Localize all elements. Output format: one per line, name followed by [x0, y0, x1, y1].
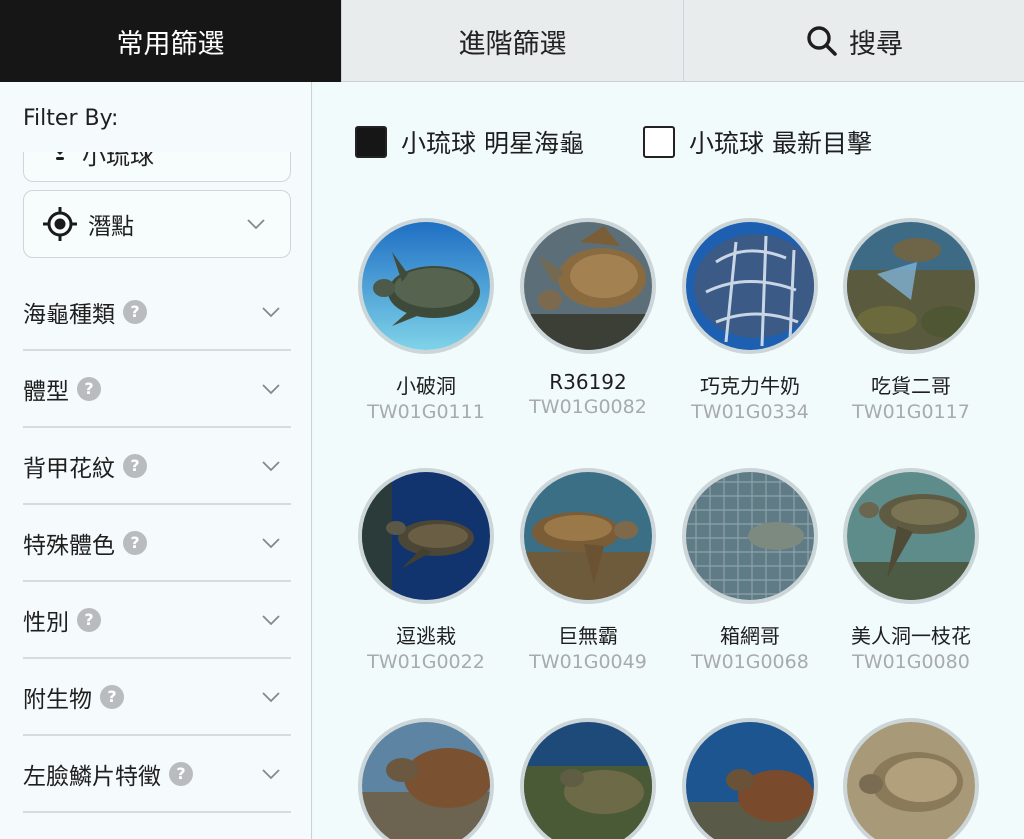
- tab-search-label: 搜尋: [849, 28, 903, 60]
- turtle-name: 逗逃栽: [396, 624, 456, 648]
- filter-shell-pattern[interactable]: 背甲花紋 ?: [23, 428, 291, 505]
- help-icon[interactable]: ?: [123, 453, 147, 478]
- filter-label: 海龜種類: [23, 301, 115, 328]
- turtle-id: TW01G0111: [367, 401, 485, 423]
- tab-advanced-filter-label: 進階篩選: [458, 28, 567, 60]
- filter-title: Filter By:: [23, 106, 119, 131]
- chevron-down-icon: [261, 537, 281, 549]
- turtle-id: TW01G0082: [529, 396, 647, 418]
- filter-body-size[interactable]: 體型 ?: [23, 351, 291, 428]
- chevron-down-icon: [246, 218, 266, 230]
- filter-sex[interactable]: 性別 ?: [23, 582, 291, 659]
- turtle-photo: [682, 218, 818, 354]
- turtle-card[interactable]: 巨無霸 TW01G0049: [518, 468, 658, 673]
- help-icon[interactable]: ?: [169, 761, 193, 786]
- turtle-photo: [843, 218, 979, 354]
- turtle-card[interactable]: [841, 718, 981, 839]
- latest-sightings-checkbox[interactable]: 小琉球 最新目擊: [643, 124, 872, 160]
- star-turtles-checkbox[interactable]: 小琉球 明星海龜: [355, 124, 584, 160]
- turtle-photo: [843, 718, 979, 839]
- checkbox-label: 小琉球 最新目擊: [689, 129, 872, 158]
- filter-label: 特殊體色: [23, 532, 115, 559]
- turtle-card[interactable]: R36192 TW01G0082: [518, 218, 658, 418]
- turtle-id: TW01G0334: [691, 401, 809, 423]
- turtle-card[interactable]: 逗逃栽 TW01G0022: [356, 468, 496, 673]
- turtle-photo: [520, 468, 656, 604]
- filter-label: 體型: [23, 378, 69, 405]
- filter-label: 性別: [23, 609, 69, 636]
- chevron-down-icon: [261, 306, 281, 318]
- chevron-down-icon: [261, 614, 281, 626]
- turtle-card[interactable]: 箱網哥 TW01G0068: [680, 468, 820, 673]
- chevron-down-icon: [261, 383, 281, 395]
- turtle-id: TW01G0117: [852, 401, 970, 423]
- turtle-card[interactable]: [680, 718, 820, 839]
- search-icon: [805, 24, 839, 58]
- turtle-id: TW01G0049: [529, 651, 647, 673]
- turtle-photo: [520, 218, 656, 354]
- turtle-card[interactable]: [356, 718, 496, 839]
- turtle-gallery: 小琉球 明星海龜 小琉球 最新目擊 小破洞 TW01G0111 R36192 T…: [313, 82, 1024, 839]
- region-select[interactable]: 小琉球: [23, 152, 291, 182]
- turtle-name: 美人洞一枝花: [851, 624, 971, 648]
- turtle-photo: [520, 718, 656, 839]
- filter-epibionts[interactable]: 附生物 ?: [23, 659, 291, 736]
- crosshair-target-icon: [42, 206, 78, 242]
- turtle-card[interactable]: 美人洞一枝花 TW01G0080: [841, 468, 981, 673]
- tab-search[interactable]: 搜尋: [684, 0, 1024, 82]
- location-pin-icon: [50, 152, 70, 165]
- checkbox-label: 小琉球 明星海龜: [401, 129, 584, 158]
- turtle-name: R36192: [549, 370, 627, 394]
- turtle-card[interactable]: 巧克力牛奶 TW01G0334: [680, 218, 820, 423]
- filter-label: 背甲花紋: [23, 455, 115, 482]
- dive-spot-select[interactable]: 潛點: [23, 190, 291, 258]
- chevron-down-icon: [261, 460, 281, 472]
- turtle-photo: [358, 218, 494, 354]
- help-icon[interactable]: ?: [77, 376, 101, 401]
- help-icon[interactable]: ?: [123, 299, 147, 324]
- chevron-down-icon: [261, 691, 281, 703]
- tab-common-filter[interactable]: 常用篩選: [0, 0, 342, 82]
- filter-sidebar[interactable]: Filter By: 小琉球 潛點 海龜種類 ? 體型 ? 背甲花紋 ? 特殊體…: [0, 82, 312, 839]
- filter-label: 左臉鱗片特徵: [23, 763, 161, 790]
- turtle-card[interactable]: 吃貨二哥 TW01G0117: [841, 218, 981, 423]
- help-icon[interactable]: ?: [100, 684, 124, 709]
- turtle-name: 箱網哥: [720, 624, 780, 648]
- turtle-photo: [843, 468, 979, 604]
- region-select-label: 小琉球: [82, 152, 154, 170]
- tab-bar: 常用篩選 進階篩選 搜尋: [0, 0, 1024, 82]
- turtle-id: TW01G0022: [367, 651, 485, 673]
- turtle-card[interactable]: 小破洞 TW01G0111: [356, 218, 496, 423]
- filter-turtle-species[interactable]: 海龜種類 ?: [23, 274, 291, 351]
- help-icon[interactable]: ?: [123, 530, 147, 555]
- tab-advanced-filter[interactable]: 進階篩選: [342, 0, 684, 82]
- chevron-down-icon: [261, 768, 281, 780]
- turtle-name: 小破洞: [396, 374, 456, 398]
- filter-label: 附生物: [23, 686, 92, 713]
- checkbox-checked[interactable]: [355, 126, 387, 158]
- filter-special-color[interactable]: 特殊體色 ?: [23, 505, 291, 582]
- help-icon[interactable]: ?: [77, 607, 101, 632]
- tab-common-filter-label: 常用篩選: [116, 28, 225, 60]
- turtle-photo: [358, 718, 494, 839]
- turtle-photo: [682, 718, 818, 839]
- turtle-id: TW01G0080: [852, 651, 970, 673]
- turtle-name: 吃貨二哥: [871, 374, 951, 398]
- turtle-name: 巧克力牛奶: [700, 374, 800, 398]
- checkbox-unchecked[interactable]: [643, 126, 675, 158]
- turtle-photo: [682, 468, 818, 604]
- turtle-card[interactable]: [518, 718, 658, 839]
- turtle-photo: [358, 468, 494, 604]
- turtle-id: TW01G0068: [691, 651, 809, 673]
- dive-spot-label: 潛點: [88, 214, 134, 240]
- filter-left-face-scales[interactable]: 左臉鱗片特徵 ?: [23, 736, 291, 813]
- turtle-name: 巨無霸: [558, 624, 618, 648]
